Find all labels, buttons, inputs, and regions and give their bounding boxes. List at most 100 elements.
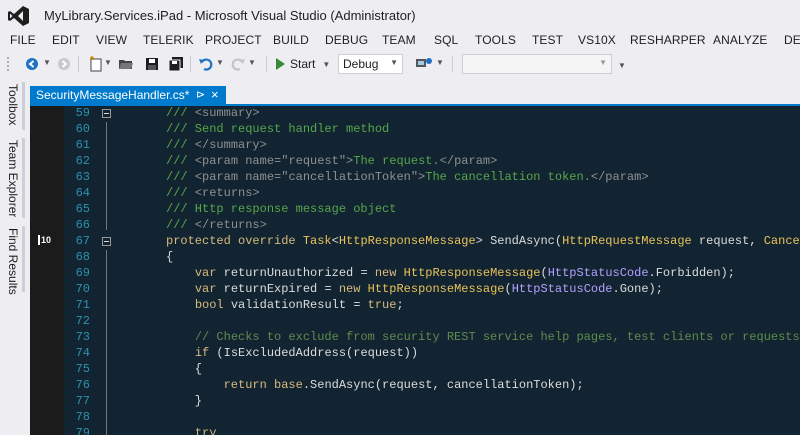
new-project-icon[interactable]: [86, 54, 106, 74]
code-token: bool: [194, 298, 224, 312]
code-token: HttpStatusCode: [511, 282, 613, 296]
chevron-down-icon: ▼: [599, 58, 607, 67]
menu-vs10x[interactable]: VS10X: [578, 33, 616, 47]
code-line[interactable]: 71 bool validationResult = true;: [30, 298, 800, 314]
find-results-tab[interactable]: Find Results: [6, 228, 20, 295]
attach-process-icon[interactable]: [414, 54, 434, 74]
code-line[interactable]: 66 /// </returns>: [30, 218, 800, 234]
open-file-icon[interactable]: [116, 54, 136, 74]
references-badge[interactable]: 10: [38, 235, 51, 245]
menu-project[interactable]: PROJECT: [205, 33, 262, 47]
code-token: <: [331, 234, 339, 248]
code-line[interactable]: 78: [30, 410, 800, 426]
line-number: 78: [75, 410, 90, 424]
toolbar-separator: [190, 56, 191, 72]
code-text: protected override Task<HttpResponseMess…: [166, 234, 800, 248]
code-line[interactable]: 73 // Checks to exclude from security RE…: [30, 330, 800, 346]
code-line[interactable]: 79 try: [30, 426, 800, 435]
menu-sql[interactable]: SQL: [434, 33, 458, 47]
redo-dropdown-icon[interactable]: ▼: [248, 58, 256, 67]
toolbar-grip[interactable]: [6, 56, 10, 72]
code-text: /// <param name="cancellationToken">The …: [166, 170, 649, 184]
menu-team[interactable]: TEAM: [382, 33, 416, 47]
start-label: Start: [290, 57, 316, 71]
code-line[interactable]: 72: [30, 314, 800, 330]
line-number: 64: [75, 186, 90, 200]
code-token: (: [540, 266, 548, 280]
navigate-back-icon[interactable]: [22, 54, 42, 74]
navigate-forward-icon[interactable]: [54, 54, 74, 74]
start-dropdown-icon[interactable]: ▼: [322, 60, 330, 69]
code-token: if: [194, 346, 210, 360]
menu-resharper[interactable]: RESHARPER: [630, 33, 706, 47]
menu-analyze[interactable]: ANALYZE: [713, 33, 768, 47]
code-line[interactable]: 59 /// <summary>: [30, 106, 800, 122]
code-line[interactable]: 74 if (IsExcludedAddress(request)): [30, 346, 800, 362]
code-line[interactable]: 68 {: [30, 250, 800, 266]
menu-build[interactable]: BUILD: [273, 33, 309, 47]
code-token: /// Send request handler method: [166, 122, 390, 136]
code-line[interactable]: 61 /// </summary>: [30, 138, 800, 154]
code-line[interactable]: 63 /// <param name="cancellationToken">Th…: [30, 170, 800, 186]
code-line[interactable]: 64 /// <returns>: [30, 186, 800, 202]
menu-file[interactable]: FILE: [10, 33, 36, 47]
menu-test[interactable]: TEST: [532, 33, 563, 47]
menu-edit[interactable]: EDIT: [52, 33, 80, 47]
code-token: request,: [691, 234, 764, 248]
undo-icon[interactable]: [196, 54, 216, 74]
code-line[interactable]: 62 /// <param name="request">The request.…: [30, 154, 800, 170]
undo-dropdown-icon[interactable]: ▼: [216, 58, 224, 67]
code-token: new: [338, 282, 368, 296]
code-line[interactable]: 76 return base.SendAsync(request, cancel…: [30, 378, 800, 394]
outline-guide: [106, 250, 107, 435]
save-icon[interactable]: [142, 54, 162, 74]
menu-view[interactable]: VIEW: [96, 33, 127, 47]
start-debugging-button[interactable]: Start ▼: [276, 54, 330, 74]
collapse-outline-icon[interactable]: [102, 109, 111, 118]
new-dropdown-icon[interactable]: ▼: [104, 58, 112, 67]
code-line[interactable]: 77 }: [30, 394, 800, 410]
code-line[interactable]: 69 var returnUnauthorized = new HttpResp…: [30, 266, 800, 282]
solution-platform-select[interactable]: ▼: [462, 54, 612, 74]
code-text: /// <returns>: [166, 186, 260, 200]
back-dropdown-icon[interactable]: ▼: [43, 58, 51, 67]
menu-dev[interactable]: DEV: [784, 33, 800, 47]
menu-debug[interactable]: DEBUG: [325, 33, 368, 47]
tab-indicator: [22, 226, 25, 292]
code-line[interactable]: 65 /// Http response message object: [30, 202, 800, 218]
code-token: (: [504, 282, 512, 296]
toolbox-tab[interactable]: Toolbox: [6, 84, 20, 125]
code-line[interactable]: 75 {: [30, 362, 800, 378]
team-explorer-tab[interactable]: Team Explorer: [6, 140, 20, 217]
collapse-outline-icon[interactable]: [102, 237, 111, 246]
code-editor[interactable]: 59 /// <summary> 60 /// Send request handle…: [30, 106, 800, 435]
close-icon[interactable]: ×: [211, 87, 219, 102]
line-number: 74: [75, 346, 90, 360]
code-token: ///: [166, 138, 195, 152]
window-title: MyLibrary.Services.iPad - Microsoft Visu…: [44, 8, 416, 23]
attach-dropdown-icon[interactable]: ▼: [436, 58, 444, 67]
code-line[interactable]: 67 10 protected override Task<HttpResponse…: [30, 234, 800, 250]
menu-tools[interactable]: TOOLS: [475, 33, 516, 47]
redo-icon[interactable]: [228, 54, 248, 74]
document-tab-securitymessagehandler[interactable]: SecurityMessageHandler.cs* ⊳ ×: [30, 86, 226, 104]
line-number: 68: [75, 250, 90, 264]
line-number: 61: [75, 138, 90, 152]
code-text: try: [166, 426, 217, 435]
code-line[interactable]: 70 var returnExpired = new HttpResponseM…: [30, 282, 800, 298]
menu-telerik[interactable]: TELERIK: [143, 33, 194, 47]
code-token: HttpResponseMessage: [367, 282, 505, 296]
line-number: 67: [75, 234, 90, 248]
code-token: protected override: [166, 234, 303, 248]
toolbar-options-icon[interactable]: ▼: [618, 61, 626, 70]
solution-configuration-select[interactable]: Debug ▼: [338, 54, 403, 74]
code-text: if (IsExcludedAddress(request)): [166, 346, 418, 360]
code-line[interactable]: 60 /// Send request handler method: [30, 122, 800, 138]
outline-guide: [106, 122, 107, 230]
pin-icon[interactable]: ⊳: [196, 88, 205, 101]
save-all-icon[interactable]: [166, 54, 186, 74]
